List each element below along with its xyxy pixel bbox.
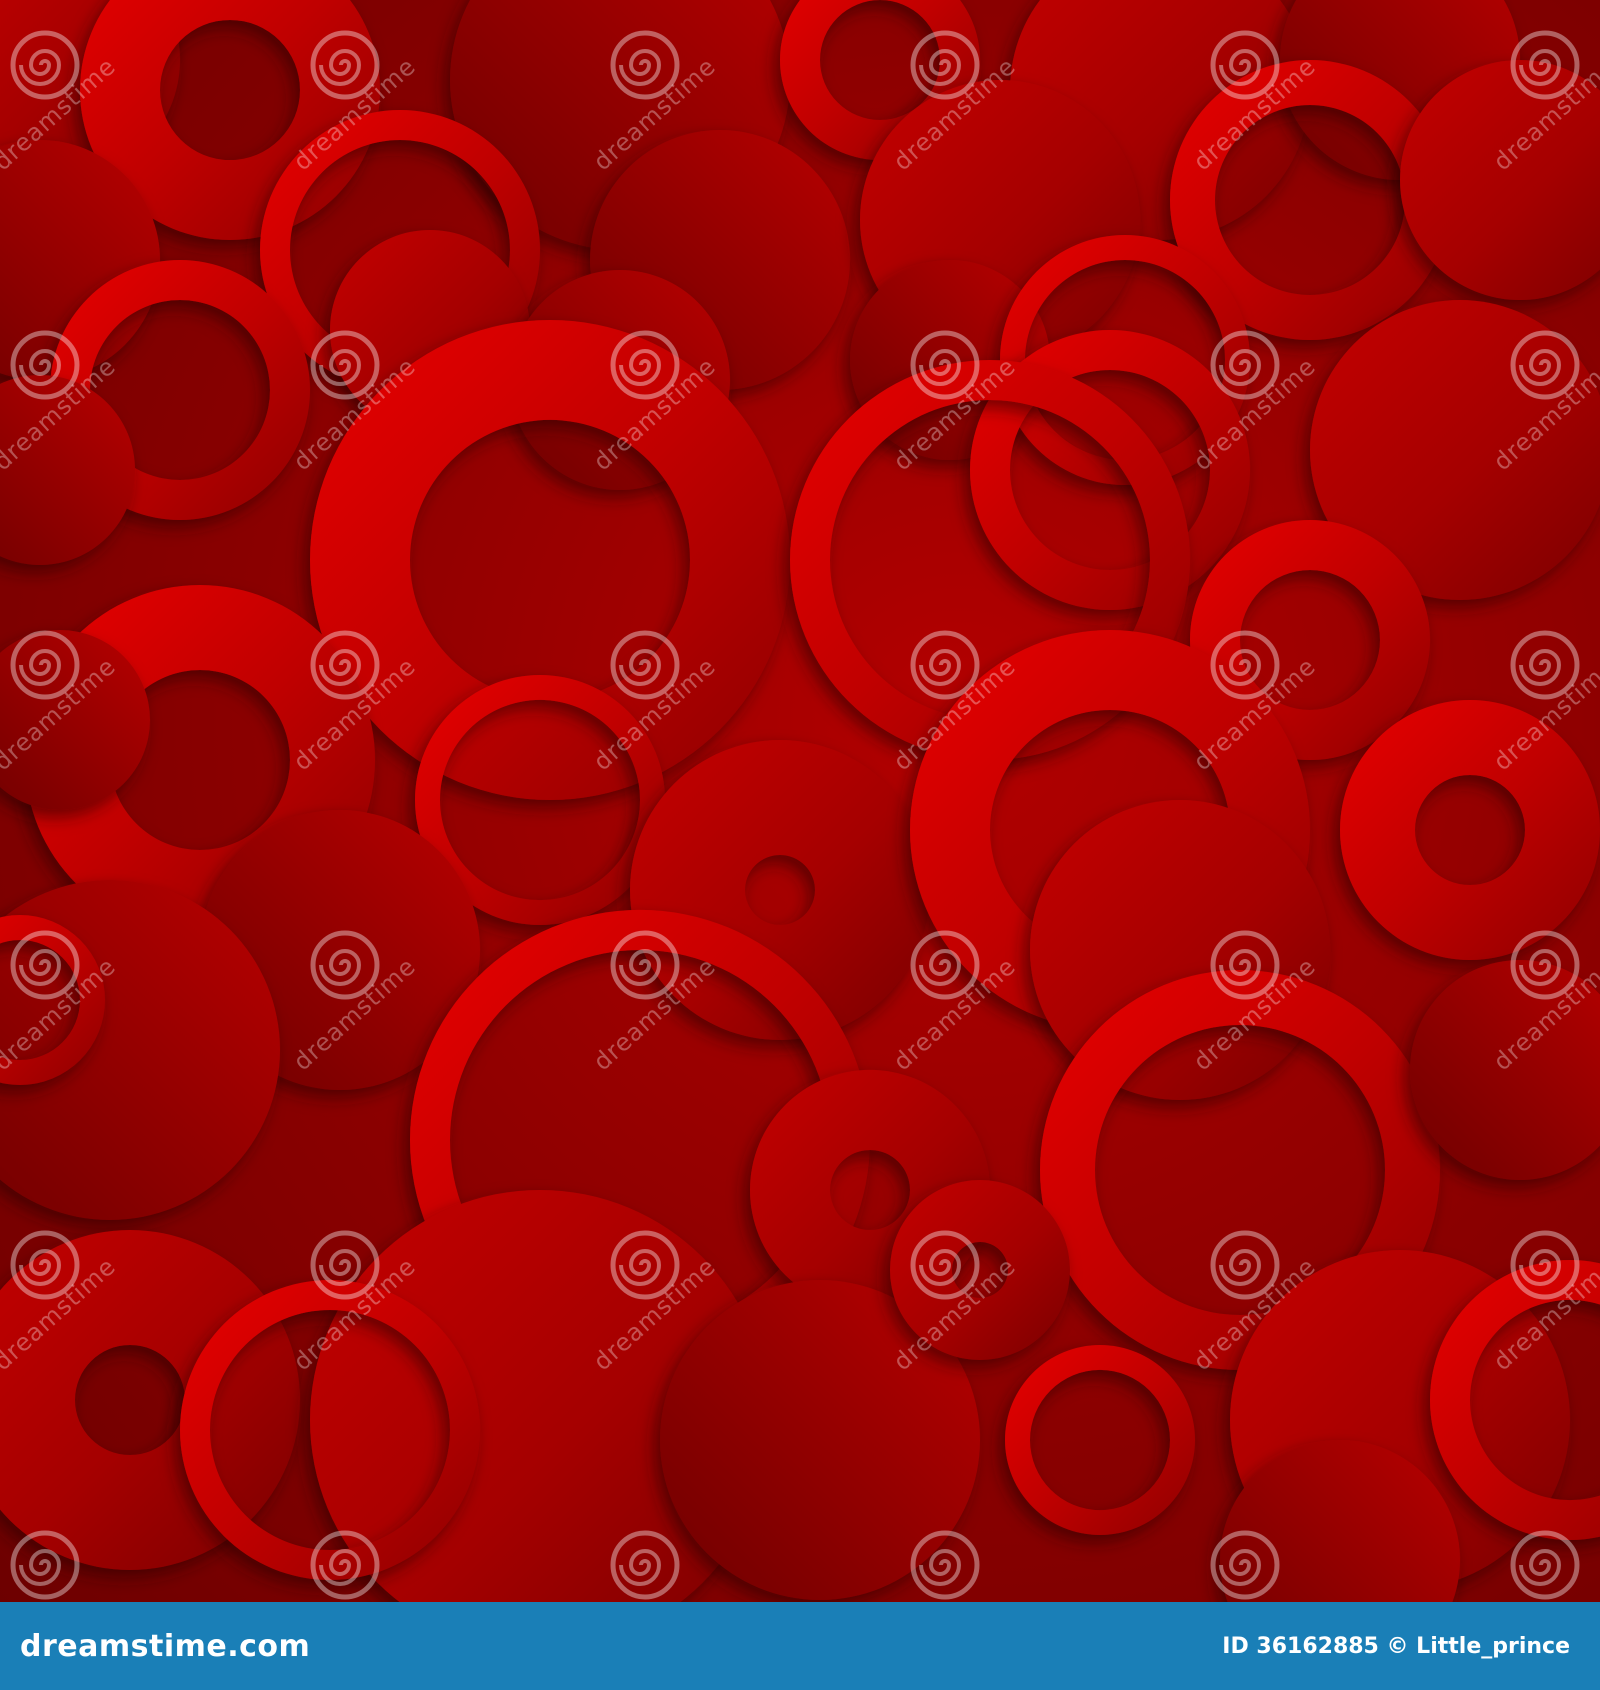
- watermark-text: dreamstime: [888, 952, 1021, 1076]
- red-ring-shape: [1005, 1345, 1195, 1535]
- footer-brand[interactable]: dreamstime.com: [20, 1629, 310, 1664]
- red-ring-shape: [1340, 700, 1600, 960]
- circles-svg: dreamstime dreamstime dreamstime dreamstime…: [0, 0, 1600, 1602]
- footer-bar: dreamstime.com ID 36162885 © Little_prin…: [0, 1602, 1600, 1690]
- red-disc-shape: [0, 1230, 300, 1570]
- red-circles-artwork: dreamstime dreamstime dreamstime dreamstime…: [0, 0, 1600, 1602]
- spiral-logo-icon: [910, 1530, 980, 1600]
- spiral-logo-icon: [1510, 1530, 1580, 1600]
- stock-image-frame: dreamstime dreamstime dreamstime dreamstime…: [0, 0, 1600, 1690]
- footer-stock-id: ID 36162885 © Little_prince: [1222, 1633, 1570, 1659]
- red-disc-shape: [1030, 800, 1330, 1100]
